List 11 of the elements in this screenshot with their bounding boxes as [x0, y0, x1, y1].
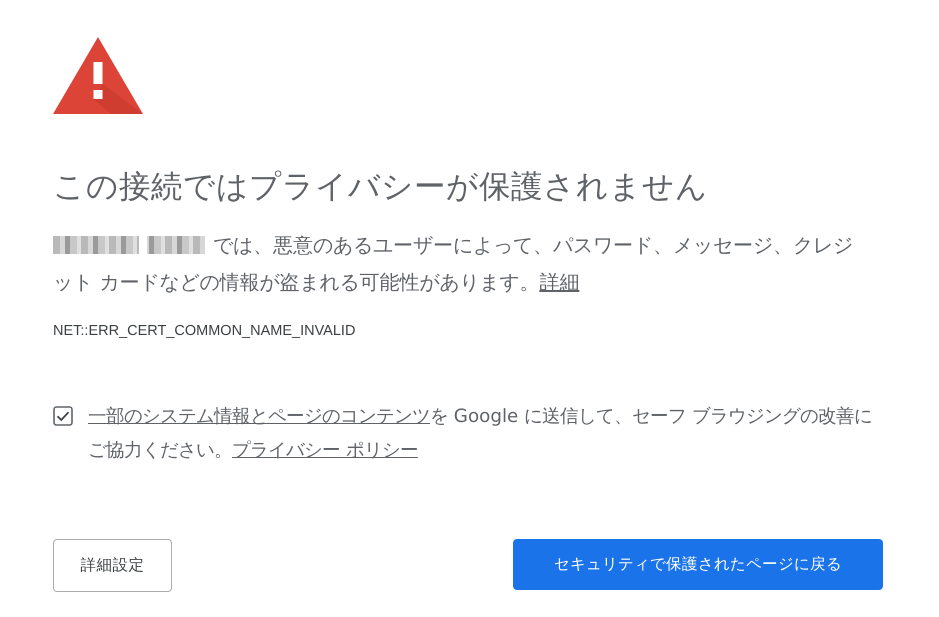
warning-triangle-icon [53, 37, 143, 114]
privacy-policy-link[interactable]: プライバシー ポリシー [232, 440, 418, 461]
details-link[interactable]: 詳細 [539, 270, 580, 294]
advanced-button[interactable]: 詳細設定 [53, 539, 172, 592]
error-code: NET::ERR_CERT_COMMON_NAME_INVALID [53, 323, 356, 339]
page-heading: この接続ではプライバシーが保護されません [53, 168, 708, 207]
back-to-safety-button[interactable]: セキュリティで保護されたページに戻る [513, 539, 883, 590]
checkbox[interactable] [53, 406, 73, 426]
safe-browsing-text: 一部のシステム情報とページのコンテンツを Google に送信して、セーフ ブラウジングの改善にご協力ください。プライバシー ポリシー [88, 405, 873, 463]
system-info-link[interactable]: 一部のシステム情報とページのコンテンツ [88, 406, 430, 427]
warning-message: では、悪意のあるユーザーによって、パスワード、メッセージ、クレジット カードなどの情報が盗まれる可能性があります。詳細 [53, 233, 853, 294]
